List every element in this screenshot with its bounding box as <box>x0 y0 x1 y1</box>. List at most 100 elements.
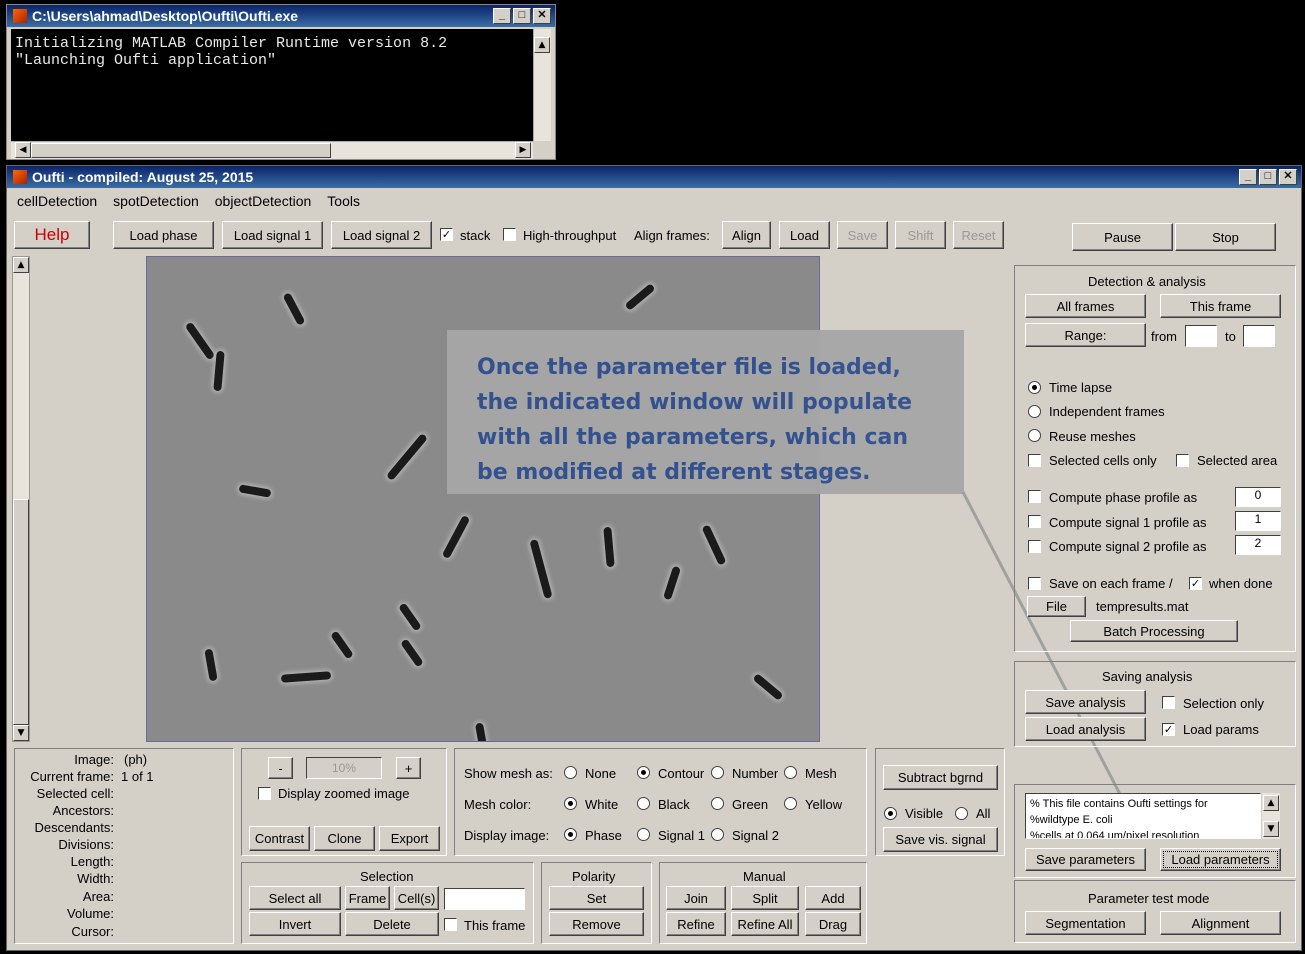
delete-button[interactable]: Delete <box>345 912 439 936</box>
selected-area-checkbox[interactable] <box>1176 454 1189 467</box>
menu-spotdetection[interactable]: spotDetection <box>113 193 199 209</box>
phase-profile-input[interactable]: 0 <box>1235 487 1281 507</box>
split-button[interactable]: Split <box>731 886 799 910</box>
scroll-up-icon[interactable]: ▲ <box>13 257 29 273</box>
select-all-button[interactable]: Select all <box>249 886 341 910</box>
visible-radio[interactable] <box>884 807 897 820</box>
menu-tools[interactable]: Tools <box>327 193 360 209</box>
selection-only-checkbox[interactable] <box>1162 696 1175 709</box>
display-zoomed-checkbox[interactable] <box>258 787 271 800</box>
signal2-profile-input[interactable]: 2 <box>1235 535 1281 555</box>
help-button[interactable]: Help <box>14 221 90 249</box>
select-cells-button[interactable]: Cell(s) <box>394 886 439 910</box>
pause-button[interactable]: Pause <box>1072 223 1173 251</box>
scroll-down-icon[interactable]: ▼ <box>1263 821 1279 837</box>
scroll-right-icon[interactable]: ▶ <box>515 142 531 158</box>
load-phase-button[interactable]: Load phase <box>113 221 214 249</box>
load-params-checkbox[interactable]: ✓ <box>1162 723 1175 736</box>
batch-processing-button[interactable]: Batch Processing <box>1070 620 1238 642</box>
zoom-level-field[interactable]: 10% <box>306 757 382 779</box>
time-lapse-radio[interactable] <box>1028 381 1041 394</box>
refine-button[interactable]: Refine <box>666 912 726 936</box>
parameters-scrollbar[interactable]: ▲ ▼ <box>1262 793 1280 839</box>
cells-input[interactable] <box>444 888 525 910</box>
compute-phase-checkbox[interactable] <box>1028 490 1041 503</box>
scroll-thumb[interactable] <box>31 143 331 158</box>
main-title-bar[interactable]: Oufti - compiled: August 25, 2015 _ □ ✕ <box>7 166 1301 188</box>
image-phase-radio[interactable] <box>564 828 577 841</box>
high-throughput-checkbox[interactable] <box>503 228 516 241</box>
alignment-button[interactable]: Alignment <box>1160 911 1281 935</box>
color-black-radio[interactable] <box>637 797 650 810</box>
mesh-number-radio[interactable] <box>711 766 724 779</box>
all-radio[interactable] <box>955 807 968 820</box>
close-button[interactable]: ✕ <box>533 8 551 24</box>
select-frame-button[interactable]: Frame <box>345 886 390 910</box>
maximize-button[interactable]: □ <box>513 8 531 24</box>
color-yellow-radio[interactable] <box>784 797 797 810</box>
reuse-meshes-radio[interactable] <box>1028 429 1041 442</box>
invert-button[interactable]: Invert <box>249 912 341 936</box>
save-analysis-button[interactable]: Save analysis <box>1025 690 1146 714</box>
stack-checkbox[interactable]: ✓ <box>440 228 453 241</box>
save-align-button[interactable]: Save <box>837 221 888 249</box>
mesh-contour-radio[interactable] <box>637 766 650 779</box>
image-vertical-scrollbar[interactable]: ▲ ▼ <box>12 256 30 742</box>
console-vertical-scrollbar[interactable]: ▲ <box>533 29 551 141</box>
range-to-input[interactable] <box>1243 325 1275 347</box>
color-green-radio[interactable] <box>711 797 724 810</box>
image-signal1-radio[interactable] <box>637 828 650 841</box>
signal1-profile-input[interactable]: 1 <box>1235 511 1281 531</box>
segmentation-button[interactable]: Segmentation <box>1025 911 1146 935</box>
zoom-in-button[interactable]: + <box>396 757 421 779</box>
close-button[interactable]: ✕ <box>1279 169 1297 185</box>
menu-celldetection[interactable]: cellDetection <box>17 193 97 209</box>
save-parameters-button[interactable]: Save parameters <box>1025 848 1146 871</box>
minimize-button[interactable]: _ <box>1239 169 1257 185</box>
independent-frames-radio[interactable] <box>1028 405 1041 418</box>
compute-signal1-checkbox[interactable] <box>1028 515 1041 528</box>
export-button[interactable]: Export <box>379 826 440 851</box>
load-align-button[interactable]: Load <box>779 221 830 249</box>
clone-button[interactable]: Clone <box>314 826 375 851</box>
selected-cells-only-checkbox[interactable] <box>1028 454 1041 467</box>
mesh-mesh-radio[interactable] <box>784 766 797 779</box>
color-white-radio[interactable] <box>564 797 577 810</box>
mesh-none-radio[interactable] <box>564 766 577 779</box>
stop-button[interactable]: Stop <box>1175 223 1276 251</box>
this-frame-checkbox[interactable] <box>444 918 457 931</box>
range-button[interactable]: Range: <box>1025 323 1146 347</box>
load-signal-2-button[interactable]: Load signal 2 <box>331 221 432 249</box>
menu-objectdetection[interactable]: objectDetection <box>215 193 312 209</box>
parameters-textbox[interactable]: % This file contains Oufti settings for … <box>1025 793 1261 839</box>
polarity-remove-button[interactable]: Remove <box>549 912 644 936</box>
scroll-left-icon[interactable]: ◀ <box>15 142 31 158</box>
load-signal-1-button[interactable]: Load signal 1 <box>222 221 323 249</box>
zoom-out-button[interactable]: - <box>268 757 293 779</box>
drag-button[interactable]: Drag <box>805 912 861 936</box>
align-button[interactable]: Align <box>722 221 771 249</box>
maximize-button[interactable]: □ <box>1259 169 1277 185</box>
compute-signal2-checkbox[interactable] <box>1028 540 1041 553</box>
scroll-thumb[interactable] <box>13 499 29 725</box>
subtract-bgrnd-button[interactable]: Subtract bgrnd <box>883 765 998 790</box>
join-button[interactable]: Join <box>666 886 726 910</box>
image-signal2-radio[interactable] <box>711 828 724 841</box>
scroll-up-icon[interactable]: ▲ <box>534 37 550 53</box>
console-title-bar[interactable]: C:\Users\ahmad\Desktop\Oufti\Oufti.exe _… <box>7 5 555 27</box>
add-button[interactable]: Add <box>805 886 861 910</box>
minimize-button[interactable]: _ <box>493 8 511 24</box>
scroll-up-icon[interactable]: ▲ <box>1263 795 1279 811</box>
scroll-down-icon[interactable]: ▼ <box>13 725 29 741</box>
this-frame-button[interactable]: This frame <box>1160 294 1281 318</box>
reset-button[interactable]: Reset <box>953 221 1004 249</box>
file-button[interactable]: File <box>1027 596 1086 617</box>
save-vis-signal-button[interactable]: Save vis. signal <box>883 827 998 852</box>
console-horizontal-scrollbar[interactable]: ◀ ▶ <box>11 141 533 159</box>
all-frames-button[interactable]: All frames <box>1025 294 1146 318</box>
contrast-button[interactable]: Contrast <box>249 826 310 851</box>
when-done-checkbox[interactable]: ✓ <box>1189 577 1202 590</box>
load-parameters-button[interactable]: Load parameters <box>1160 848 1281 871</box>
range-from-input[interactable] <box>1185 325 1217 347</box>
save-each-frame-checkbox[interactable] <box>1028 577 1041 590</box>
